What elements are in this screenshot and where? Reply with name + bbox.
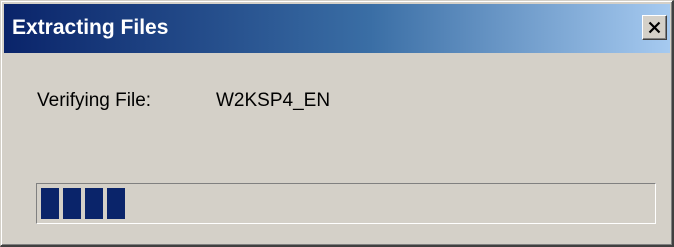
progress-bar bbox=[36, 183, 656, 224]
title-bar[interactable]: Extracting Files bbox=[4, 4, 670, 53]
progress-block bbox=[85, 188, 103, 219]
progress-fill bbox=[41, 188, 125, 219]
progress-block bbox=[107, 188, 125, 219]
extracting-files-dialog: Extracting Files Verifying File: W2KSP4_… bbox=[0, 0, 674, 247]
verifying-file-label: Verifying File: bbox=[37, 90, 152, 111]
progress-block bbox=[41, 188, 59, 219]
progress-block bbox=[63, 188, 81, 219]
close-button[interactable] bbox=[642, 15, 667, 40]
close-icon bbox=[648, 21, 661, 34]
verifying-file-name: W2KSP4_EN bbox=[216, 90, 331, 111]
progress-track bbox=[39, 186, 653, 221]
window-title: Extracting Files bbox=[12, 16, 169, 39]
